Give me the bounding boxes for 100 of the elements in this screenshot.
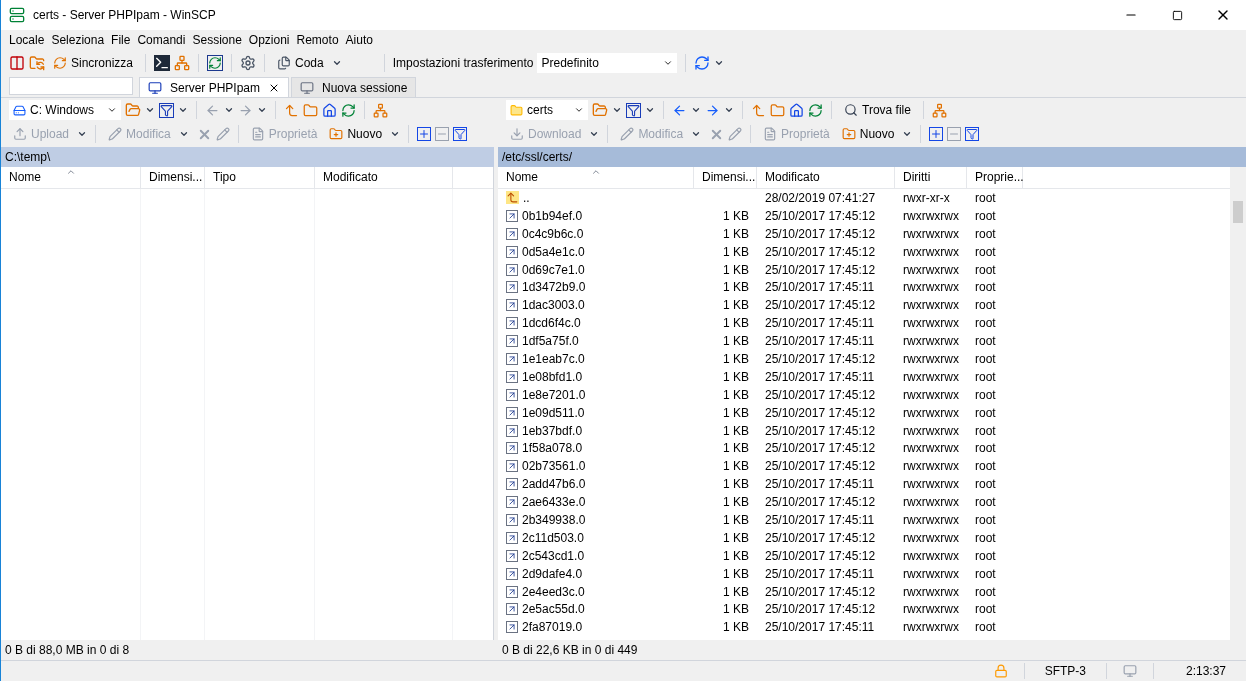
caret-icon[interactable]	[645, 105, 655, 115]
file-name[interactable]: 0c4c9b6c.0	[522, 224, 584, 243]
settings-icon[interactable]	[240, 55, 257, 71]
menu-item[interactable]: Opzioni	[248, 31, 290, 49]
file-name[interactable]: 1e08bfd1.0	[522, 367, 583, 386]
file-name[interactable]: 1e8e7201.0	[522, 385, 586, 404]
column-header[interactable]: Nome	[498, 167, 694, 188]
compare-icon[interactable]	[9, 55, 25, 71]
caret-icon[interactable]	[145, 105, 155, 115]
caret-icon[interactable]	[589, 129, 600, 139]
tree-icon[interactable]	[931, 102, 947, 118]
menu-item[interactable]: Locale	[9, 31, 45, 49]
caret-icon[interactable]	[612, 105, 622, 115]
parent-folder-icon[interactable]	[751, 102, 766, 118]
toolbar-button[interactable]: Nuovo	[325, 124, 387, 144]
file-name[interactable]: 2d9dafe4.0	[522, 564, 583, 583]
file-name[interactable]: 0d69c7e1.0	[522, 260, 585, 279]
link-file-icon	[506, 585, 518, 598]
file-name[interactable]: 1dcd6f4c.0	[522, 314, 581, 333]
file-name[interactable]: 1eb37bdf.0	[522, 421, 583, 440]
file-name[interactable]: 2b349938.0	[522, 511, 586, 529]
file-name[interactable]: 2e5ac55d.0	[522, 600, 585, 619]
parent-folder-icon[interactable]	[284, 102, 299, 118]
menu-item[interactable]: File	[111, 31, 131, 49]
filter-icon[interactable]	[626, 102, 641, 118]
caret-icon[interactable]	[77, 129, 88, 139]
caret-icon[interactable]	[902, 129, 913, 139]
select-icon[interactable]	[417, 127, 432, 141]
menu-item[interactable]: Remoto	[296, 31, 339, 49]
file-name[interactable]: 2e4eed3c.0	[522, 582, 585, 601]
transfer-settings-dropdown[interactable]: Predefinito	[537, 53, 678, 73]
caret-icon[interactable]	[257, 105, 267, 115]
home-icon[interactable]	[789, 102, 804, 118]
file-name[interactable]: 2c543cd1.0	[522, 546, 585, 565]
file-name[interactable]: 02b73561.0	[522, 457, 586, 476]
folder-dropdown[interactable]: certs	[506, 100, 588, 120]
caret-icon[interactable]	[178, 105, 188, 115]
toolbar-button[interactable]: Nuovo	[837, 124, 899, 144]
file-name[interactable]: 1e1eab7c.0	[522, 349, 585, 368]
terminal-icon[interactable]	[154, 55, 171, 71]
sync-icon[interactable]	[694, 55, 711, 71]
file-name[interactable]: 2fa87019.0	[522, 618, 583, 637]
refresh-icon[interactable]	[207, 55, 224, 71]
file-name[interactable]: 0d5a4e1c.0	[522, 242, 585, 261]
file-name[interactable]: 2ae6433e.0	[522, 493, 586, 512]
modified-date: 25/10/2017 17:45:11	[765, 316, 875, 331]
column-header[interactable]: Modificato	[757, 167, 895, 188]
filter-icon[interactable]	[453, 127, 468, 141]
caret-icon[interactable]	[331, 58, 342, 68]
sync-button[interactable]: Sincronizza	[49, 54, 138, 72]
column-header[interactable]: Modificato	[315, 167, 453, 188]
file-name[interactable]: 1dac3003.0	[522, 296, 585, 315]
folders-icon[interactable]	[29, 55, 45, 71]
back-icon[interactable]	[672, 102, 687, 118]
file-name[interactable]: 1e09d511.0	[522, 403, 585, 422]
filter-icon[interactable]	[159, 102, 174, 118]
file-size: 1 KB	[723, 333, 749, 351]
refresh-icon[interactable]	[808, 102, 823, 118]
home-icon[interactable]	[322, 102, 337, 118]
caret-icon[interactable]	[178, 129, 189, 139]
permissions: rwxrwxrwx	[903, 566, 959, 581]
menu-item[interactable]: Comandi	[137, 31, 186, 49]
file-name[interactable]: 2c11d503.0	[522, 528, 584, 547]
column-header[interactable]: Dimensi...	[694, 167, 757, 188]
session-tab[interactable]: Nuova sessione	[291, 77, 417, 97]
file-name[interactable]: 1df5a75f.0	[522, 332, 579, 351]
scrollbar[interactable]	[1230, 167, 1246, 640]
file-name[interactable]: 1f58a078.0	[522, 439, 583, 458]
caret-icon[interactable]	[724, 105, 734, 115]
caret-icon[interactable]	[691, 129, 702, 139]
caret-icon[interactable]	[390, 129, 401, 139]
permissions: rwxrwxrwx	[903, 423, 959, 438]
search-field[interactable]	[9, 77, 133, 95]
caret-icon[interactable]	[224, 105, 234, 115]
session-tab[interactable]: Server PHPIpam	[139, 77, 290, 97]
refresh-icon[interactable]	[341, 102, 356, 118]
queue-button[interactable]: Coda	[273, 54, 328, 72]
tree-icon[interactable]	[373, 102, 388, 118]
caret-icon[interactable]	[714, 58, 725, 68]
file-name[interactable]: 0b1b94ef.0	[522, 206, 583, 225]
column-header[interactable]: Proprie...	[967, 167, 1023, 188]
menu-item[interactable]: Aiuto	[345, 31, 373, 49]
permissions: rwxrwxrwx	[903, 369, 959, 384]
root-folder-icon[interactable]	[770, 102, 785, 118]
filter-icon[interactable]	[965, 127, 980, 141]
menu-item[interactable]: Sessione	[192, 31, 242, 49]
select-icon[interactable]	[929, 127, 944, 141]
column-header[interactable]: Tipo	[205, 167, 315, 188]
column-header[interactable]: Nome	[1, 167, 141, 188]
root-folder-icon[interactable]	[303, 102, 318, 118]
drive-dropdown[interactable]: C: Windows	[9, 100, 121, 120]
forward-icon[interactable]	[705, 102, 720, 118]
menu-item[interactable]: Seleziona	[51, 31, 105, 49]
file-name[interactable]: 1d3472b9.0	[522, 278, 586, 297]
file-name[interactable]: ..	[523, 188, 530, 207]
file-name[interactable]: 2add47b6.0	[522, 475, 586, 494]
find-files-button[interactable]: Trova file	[840, 101, 915, 119]
column-header[interactable]: Dimensi...	[141, 167, 205, 188]
caret-icon[interactable]	[691, 105, 701, 115]
column-header[interactable]: Diritti	[895, 167, 967, 188]
